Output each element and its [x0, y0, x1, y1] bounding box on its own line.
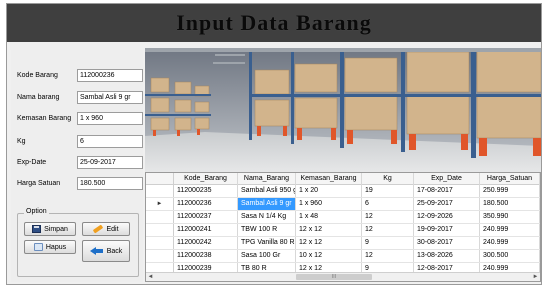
- cell-nama-barang[interactable]: TBW 100 R: [238, 224, 296, 236]
- kode-barang-input[interactable]: 112000236: [77, 68, 143, 82]
- cell-kemasan-barang[interactable]: 1 x 48: [296, 211, 362, 223]
- scroll-left-icon[interactable]: ◄: [146, 273, 155, 281]
- cell-kode-barang[interactable]: 112000237: [174, 211, 238, 223]
- simpan-button[interactable]: Simpan: [24, 222, 76, 236]
- data-grid[interactable]: Kode_Barang Nama_Barang Kemasan_Barang K…: [145, 172, 541, 282]
- cell-harga-satuan[interactable]: 250.999: [480, 185, 540, 197]
- column-header-kg[interactable]: Kg: [362, 173, 414, 185]
- kemasan-barang-label: Kemasan Barang: [17, 114, 72, 122]
- horizontal-scrollbar[interactable]: ◄ III ►: [146, 272, 540, 281]
- cell-nama-barang-selected[interactable]: Sambal Asli 9 gr: [238, 198, 296, 210]
- cell-kg[interactable]: 6: [362, 198, 414, 210]
- cell-kg[interactable]: 12: [362, 224, 414, 236]
- cell-nama-barang[interactable]: Sasa 100 Gr: [238, 250, 296, 262]
- cell-exp-date[interactable]: 30-08-2017: [414, 237, 480, 249]
- field-row-harga-satuan: Harga Satuan 180.500: [17, 176, 143, 190]
- cell-kg[interactable]: 19: [362, 185, 414, 197]
- harga-satuan-label: Harga Satuan: [17, 179, 61, 187]
- kemasan-barang-input[interactable]: 1 x 960: [77, 111, 143, 125]
- kode-barang-label: Kode Barang: [17, 71, 58, 79]
- field-row-exp-date: Exp-Date 25-09-2017: [17, 155, 143, 169]
- column-header-kemasan-barang[interactable]: Kemasan_Barang: [296, 173, 362, 185]
- cell-harga-satuan[interactable]: 350.990: [480, 211, 540, 223]
- cell-kemasan-barang[interactable]: 1 x 20: [296, 185, 362, 197]
- cell-exp-date[interactable]: 17-08-2017: [414, 185, 480, 197]
- cell-kode-barang[interactable]: 112000238: [174, 250, 238, 262]
- pencil-icon: [93, 224, 104, 234]
- table-row[interactable]: 112000237 Sasa N 1/4 Kg 1 x 48 12 12-09-…: [146, 211, 540, 224]
- warehouse-photo: [145, 48, 541, 172]
- cell-kg[interactable]: 12: [362, 211, 414, 223]
- floppy-disk-icon: [32, 225, 42, 233]
- back-button[interactable]: Back: [82, 240, 130, 262]
- title-bar: Input Data Barang: [7, 4, 541, 42]
- harga-satuan-input[interactable]: 180.500: [77, 176, 143, 190]
- cell-nama-barang[interactable]: Sasa N 1/4 Kg: [238, 211, 296, 223]
- cell-harga-satuan[interactable]: 240.999: [480, 224, 540, 236]
- hapus-button[interactable]: Hapus: [24, 240, 76, 254]
- nama-barang-label: Nama barang: [17, 93, 60, 101]
- cell-kode-barang[interactable]: 112000241: [174, 224, 238, 236]
- input-data-barang-window: Input Data Barang Kode Barang 112000236 …: [6, 3, 542, 285]
- cell-exp-date[interactable]: 25-09-2017: [414, 198, 480, 210]
- cell-kode-barang[interactable]: 112000242: [174, 237, 238, 249]
- back-label: Back: [106, 247, 123, 255]
- trash-icon: [33, 243, 43, 251]
- hapus-label: Hapus: [45, 243, 67, 251]
- column-header-kode-barang[interactable]: Kode_Barang: [174, 173, 238, 185]
- page-title: Input Data Barang: [176, 10, 372, 35]
- table-row[interactable]: 112000235 Sambal Asli 950 gr 1 x 20 19 1…: [146, 185, 540, 198]
- cell-kg[interactable]: 9: [362, 237, 414, 249]
- option-legend: Option: [24, 208, 49, 215]
- field-row-nama-barang: Nama barang Sambal Asli 9 gr: [17, 90, 143, 104]
- cell-kode-barang[interactable]: 112000236: [174, 198, 238, 210]
- cell-exp-date[interactable]: 13-08-2026: [414, 250, 480, 262]
- grid-header: Kode_Barang Nama_Barang Kemasan_Barang K…: [146, 173, 540, 185]
- kg-label: Kg: [17, 137, 26, 145]
- column-header-exp-date[interactable]: Exp_Date: [414, 173, 480, 185]
- nama-barang-input[interactable]: Sambal Asli 9 gr: [77, 90, 143, 104]
- cell-nama-barang[interactable]: Sambal Asli 950 gr: [238, 185, 296, 197]
- row-header[interactable]: [146, 237, 174, 249]
- cell-kg[interactable]: 12: [362, 250, 414, 262]
- row-header[interactable]: [146, 211, 174, 223]
- cell-kemasan-barang[interactable]: 10 x 12: [296, 250, 362, 262]
- edit-button[interactable]: Edit: [82, 222, 130, 236]
- cell-kode-barang[interactable]: 112000235: [174, 185, 238, 197]
- cell-kemasan-barang[interactable]: 12 x 12: [296, 224, 362, 236]
- exp-date-label: Exp-Date: [17, 158, 47, 166]
- table-row[interactable]: 112000241 TBW 100 R 12 x 12 12 19-09-201…: [146, 224, 540, 237]
- row-header[interactable]: [146, 185, 174, 197]
- field-row-kg: Kg 6: [17, 134, 143, 148]
- row-header[interactable]: [146, 250, 174, 262]
- simpan-label: Simpan: [44, 225, 68, 233]
- column-header-nama-barang[interactable]: Nama_Barang: [238, 173, 296, 185]
- field-row-kode-barang: Kode Barang 112000236: [17, 68, 143, 82]
- current-row-indicator-icon[interactable]: ►: [146, 198, 174, 210]
- column-header-harga-satuan[interactable]: Harga_Satuan: [480, 173, 540, 185]
- cell-harga-satuan[interactable]: 240.999: [480, 237, 540, 249]
- option-group: Option Simpan Edit Hapus Back: [17, 208, 139, 277]
- form-panel: Kode Barang 112000236 Nama barang Sambal…: [11, 50, 143, 282]
- grid-corner: [146, 173, 174, 185]
- back-arrow-icon: [89, 246, 104, 256]
- edit-label: Edit: [106, 225, 119, 233]
- scroll-right-icon[interactable]: ►: [531, 273, 540, 281]
- cell-kemasan-barang[interactable]: 12 x 12: [296, 237, 362, 249]
- cell-harga-satuan[interactable]: 300.500: [480, 250, 540, 262]
- cell-nama-barang[interactable]: TPG Vanilla 80 R: [238, 237, 296, 249]
- cell-exp-date[interactable]: 12-09-2026: [414, 211, 480, 223]
- cell-exp-date[interactable]: 19-09-2017: [414, 224, 480, 236]
- field-row-kemasan-barang: Kemasan Barang 1 x 960: [17, 111, 143, 125]
- table-row[interactable]: 112000238 Sasa 100 Gr 10 x 12 12 13-08-2…: [146, 250, 540, 263]
- scroll-grip-icon: III: [331, 274, 337, 280]
- row-header[interactable]: [146, 224, 174, 236]
- cell-kemasan-barang[interactable]: 1 x 960: [296, 198, 362, 210]
- kg-input[interactable]: 6: [77, 134, 143, 148]
- table-row-current[interactable]: ► 112000236 Sambal Asli 9 gr 1 x 960 6 2…: [146, 198, 540, 211]
- table-row[interactable]: 112000242 TPG Vanilla 80 R 12 x 12 9 30-…: [146, 237, 540, 250]
- scroll-thumb[interactable]: III: [296, 274, 372, 280]
- cell-harga-satuan[interactable]: 180.500: [480, 198, 540, 210]
- exp-date-input[interactable]: 25-09-2017: [77, 155, 143, 169]
